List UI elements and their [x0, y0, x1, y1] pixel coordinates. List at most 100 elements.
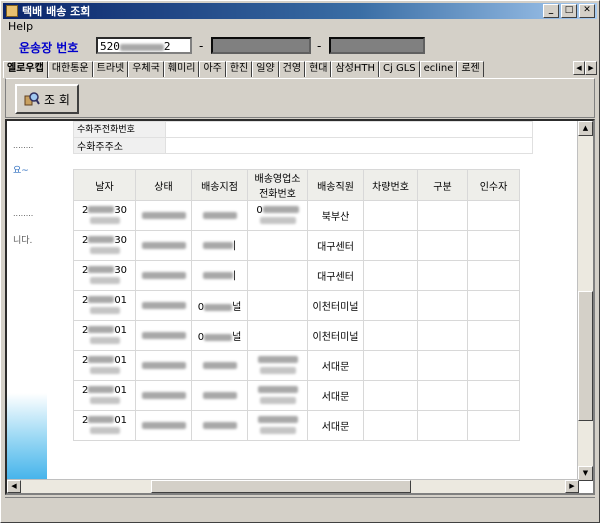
status-cell: [135, 230, 192, 261]
waybill-label: 운송장 번호: [19, 41, 79, 55]
date-cell: 2 01: [73, 350, 136, 381]
phone-cell: 0: [247, 200, 308, 231]
branch-cell: [191, 410, 248, 441]
tab-scroll: ◀ ▶: [573, 61, 597, 77]
receiver-phone-value: [165, 121, 533, 138]
tab-carrier[interactable]: 훼미리: [163, 61, 200, 77]
tab-carrier[interactable]: 삼성HTH: [331, 61, 380, 77]
tab-carrier[interactable]: 한진: [225, 61, 253, 77]
receiver-cell: [467, 260, 520, 291]
redacted-text: [119, 43, 164, 51]
scroll-down-icon[interactable]: ▼: [578, 466, 593, 481]
tab-right-icon[interactable]: ▶: [585, 61, 597, 75]
tab-carrier[interactable]: 옐로우캡: [3, 61, 48, 78]
tab-carrier[interactable]: 우체국: [128, 61, 164, 77]
tab-carrier[interactable]: 로젠: [457, 61, 484, 77]
receiver-cell: [467, 320, 520, 351]
tab-carrier[interactable]: 건영: [278, 61, 306, 77]
horizontal-scrollbar[interactable]: ◀ ▶: [7, 479, 579, 493]
tab-carrier[interactable]: 일양: [252, 61, 279, 77]
toolbar-panel: 조 회: [5, 78, 595, 118]
left-panel: ........ 요~ ........ 니다.: [7, 121, 49, 493]
status-cell: [135, 320, 192, 351]
status-cell: [135, 410, 192, 441]
tab-carrier[interactable]: 트라넷: [92, 61, 129, 77]
staff-cell: 서대문: [307, 410, 364, 441]
result-view: ........ 요~ ........ 니다. 수화주전화번호 수화주주소 날…: [5, 119, 595, 495]
receiver-address-value: [165, 137, 533, 154]
type-cell: [417, 380, 468, 411]
tab-carrier[interactable]: 아주: [199, 61, 226, 77]
title-bar: 택배 배송 조회 _ □ ✕: [3, 3, 597, 19]
tab-left-icon[interactable]: ◀: [573, 61, 585, 75]
type-cell: [417, 200, 468, 231]
decorative-gradient: [7, 393, 47, 493]
receiver-cell: [467, 230, 520, 261]
query-button[interactable]: 조 회: [15, 84, 79, 114]
menu-help[interactable]: Help: [8, 20, 33, 33]
type-cell: [417, 410, 468, 441]
date-cell: 2 30: [73, 260, 136, 291]
scroll-thumb[interactable]: [151, 480, 411, 493]
column-header: 배송지점: [191, 169, 248, 201]
tab-carrier[interactable]: ecline: [419, 61, 458, 77]
date-cell: 2 30: [73, 230, 136, 261]
maximize-button[interactable]: □: [561, 4, 577, 18]
date-cell: 2 01: [73, 380, 136, 411]
tab-carrier[interactable]: 현대: [305, 61, 332, 77]
status-area: [5, 497, 595, 519]
tab-carrier[interactable]: 대한통운: [47, 61, 93, 77]
tab-carrier[interactable]: Cj GLS: [379, 61, 420, 77]
branch-cell: 0널: [191, 320, 248, 351]
table-row[interactable]: 2 01 서대문: [73, 350, 520, 381]
tertiary-input[interactable]: [329, 37, 425, 54]
table-row[interactable]: 2 01 서대문: [73, 380, 520, 411]
scroll-up-icon[interactable]: ▲: [578, 121, 593, 136]
table-row[interactable]: 2 30 | 대구센터: [73, 260, 520, 291]
table-row[interactable]: 2 01 0널 이천터미널: [73, 320, 520, 351]
waybill-suffix: 2: [163, 40, 171, 53]
vertical-scrollbar[interactable]: ▲ ▼: [577, 121, 593, 481]
vehicle-cell: [363, 320, 418, 351]
staff-cell: 대구센터: [307, 260, 364, 291]
status-cell: [135, 290, 192, 321]
vehicle-cell: [363, 200, 418, 231]
vehicle-cell: [363, 290, 418, 321]
vehicle-cell: [363, 380, 418, 411]
status-cell: [135, 260, 192, 291]
staff-cell: 서대문: [307, 380, 364, 411]
column-header: 구분: [417, 169, 468, 201]
separator: -: [199, 39, 204, 53]
scroll-thumb[interactable]: [578, 291, 593, 421]
date-cell: 2 01: [73, 320, 136, 351]
phone-cell: [247, 320, 308, 351]
staff-cell: 서대문: [307, 350, 364, 381]
receiver-cell: [467, 290, 520, 321]
table-row[interactable]: 2 30 | 대구센터: [73, 230, 520, 261]
branch-cell: |: [191, 260, 248, 291]
minimize-button[interactable]: _: [543, 4, 559, 18]
waybill-input[interactable]: 520 2: [96, 37, 192, 54]
receiver-cell: [467, 200, 520, 231]
table-header: 날자 상태 배송지점 배송영업소 전화번호 배송직원 차량번호 구분 인수자: [73, 169, 520, 201]
branch-cell: 0널: [191, 290, 248, 321]
phone-cell: [247, 380, 308, 411]
type-cell: [417, 350, 468, 381]
table-row[interactable]: 2 30 0 북부산: [73, 200, 520, 231]
phone-cell: [247, 260, 308, 291]
scroll-left-icon[interactable]: ◀: [7, 480, 21, 493]
scroll-right-icon[interactable]: ▶: [565, 480, 579, 493]
branch-cell: [191, 200, 248, 231]
type-cell: [417, 230, 468, 261]
staff-cell: 이천터미널: [307, 290, 364, 321]
carrier-tabs: 옐로우캡 대한통운 트라넷 우체국 훼미리 아주 한진 일양 건영 현대 삼성HTH Cj GLS ec…: [3, 61, 597, 78]
column-header: 배송영업소 전화번호: [247, 169, 308, 201]
close-button[interactable]: ✕: [579, 4, 595, 18]
receiver-info: 수화주전화번호 수화주주소: [73, 121, 533, 154]
delivery-history-table: 날자 상태 배송지점 배송영업소 전화번호 배송직원 차량번호 구분 인수자 2…: [73, 169, 520, 441]
secondary-input[interactable]: [211, 37, 311, 54]
table-row[interactable]: 2 01 서대문: [73, 410, 520, 441]
date-cell: 2 01: [73, 290, 136, 321]
table-row[interactable]: 2 01 0널 이천터미널: [73, 290, 520, 321]
staff-cell: 이천터미널: [307, 320, 364, 351]
